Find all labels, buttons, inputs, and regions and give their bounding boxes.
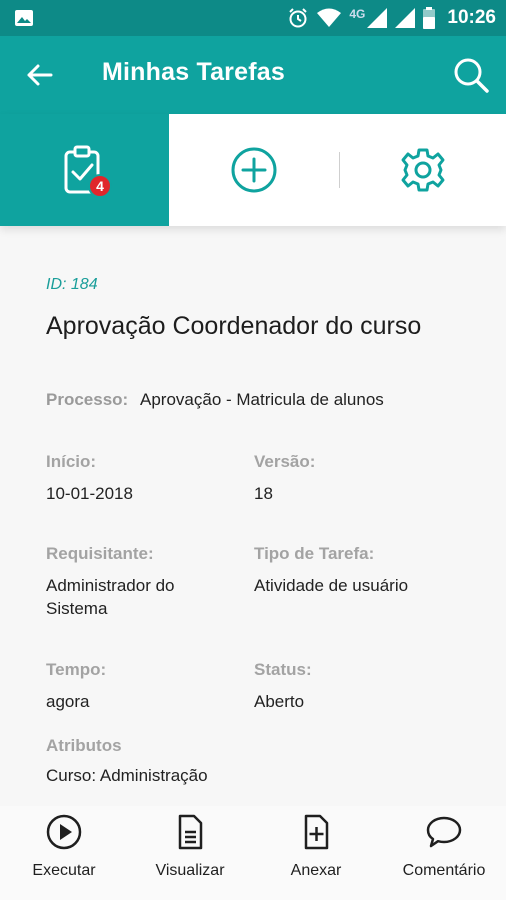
start-field: Início: 10-01-2018 [46,452,246,505]
wifi-icon [317,8,342,27]
view-button[interactable]: Visualizar [140,806,240,900]
requester-field: Requisitante: Administrador do Sistema [46,544,246,620]
requester-value: Administrador do Sistema [46,576,175,618]
alarm-icon [289,8,308,28]
tab-add-task[interactable] [169,114,339,226]
process-row: Processo: Aprovação - Matricula de aluno… [46,390,384,410]
signal-icon [367,8,388,28]
task-detail: ID: 184 Aprovação Coordenador do curso P… [0,226,506,806]
status-field: Status: Aberto [254,660,484,713]
time-value: agora [46,692,90,711]
attributes-field: Atributos Curso: Administração [46,736,346,787]
time-field: Tempo: agora [46,660,246,713]
version-label: Versão: [254,452,316,471]
page-title: Minhas Tarefas [102,58,285,86]
battery-icon [423,7,436,29]
task-type-label: Tipo de Tarefa: [254,544,375,563]
attributes-value: Curso: Administração [46,766,208,785]
tab-settings[interactable] [339,114,506,226]
attach-label: Anexar [290,862,342,879]
attach-button[interactable]: Anexar [266,806,366,900]
start-value: 10-01-2018 [46,484,133,503]
version-field: Versão: 18 [254,452,484,505]
play-circle-icon [46,814,82,850]
status-bar: 4G 10:26 [0,0,506,36]
gallery-notification-icon [15,10,33,26]
process-label: Processo: [46,390,129,409]
tab-bar: 4 [0,114,506,226]
task-type-value: Atividade de usuário [254,576,409,595]
process-value: Aprovação - Matricula de alunos [140,390,384,409]
execute-label: Executar [32,862,96,879]
attributes-label: Atributos [46,736,122,755]
gear-icon [401,148,444,192]
app-bar: Minhas Tarefas [0,36,506,114]
view-label: Visualizar [155,862,225,879]
time-label: Tempo: [46,660,107,679]
task-id: ID: 184 [46,276,98,293]
search-icon[interactable] [452,56,490,94]
network-type: 4G [349,7,366,21]
comment-label: Comentário [402,862,486,879]
tab-my-tasks[interactable]: 4 [0,114,169,226]
comment-bubble-icon [426,816,462,848]
clock: 10:26 [447,7,496,28]
version-value: 18 [254,484,273,503]
comment-button[interactable]: Comentário [392,806,496,900]
status-label: Status: [254,660,312,679]
status-value: Aberto [254,692,305,711]
action-bar: Executar Visualizar Anexar Comentário [0,806,506,900]
task-count-badge: 4 [88,174,112,198]
signal-icon-2 [395,8,416,28]
document-icon [178,814,203,850]
requester-label: Requisitante: [46,544,154,563]
task-type-field: Tipo de Tarefa: Atividade de usuário [254,544,484,597]
start-label: Início: [46,452,97,471]
execute-button[interactable]: Executar [14,806,114,900]
add-file-icon [304,814,329,850]
task-title: Aprovação Coordenador do curso [46,312,422,340]
add-circle-icon [231,147,277,193]
back-arrow-icon[interactable] [24,60,54,90]
